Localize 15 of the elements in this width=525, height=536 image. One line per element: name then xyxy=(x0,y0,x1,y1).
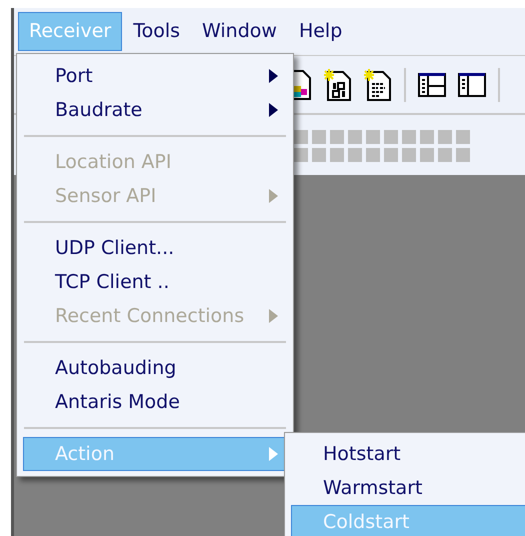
menu-item[interactable]: Hotstart xyxy=(291,437,525,471)
menu-item[interactable]: Port xyxy=(23,59,287,93)
menu-item[interactable]: Autobauding xyxy=(23,351,287,385)
menu-item[interactable]: UDP Client... xyxy=(23,231,287,265)
split-panel-icon[interactable] xyxy=(418,72,446,98)
side-panel-icon[interactable] xyxy=(458,72,486,98)
menu-item[interactable]: Baudrate xyxy=(23,93,287,127)
menu-bar-item[interactable]: Help xyxy=(288,12,354,51)
menu-bar-item[interactable]: Window xyxy=(191,12,288,51)
menu-bar-item[interactable]: Tools xyxy=(122,12,192,51)
menu-item[interactable]: Antaris Mode xyxy=(23,385,287,419)
binary-file-icon[interactable] xyxy=(324,68,352,100)
text-file-icon[interactable] xyxy=(364,68,392,100)
menu-item[interactable]: Warmstart xyxy=(291,471,525,505)
menu-item[interactable]: TCP Client .. xyxy=(23,265,287,299)
